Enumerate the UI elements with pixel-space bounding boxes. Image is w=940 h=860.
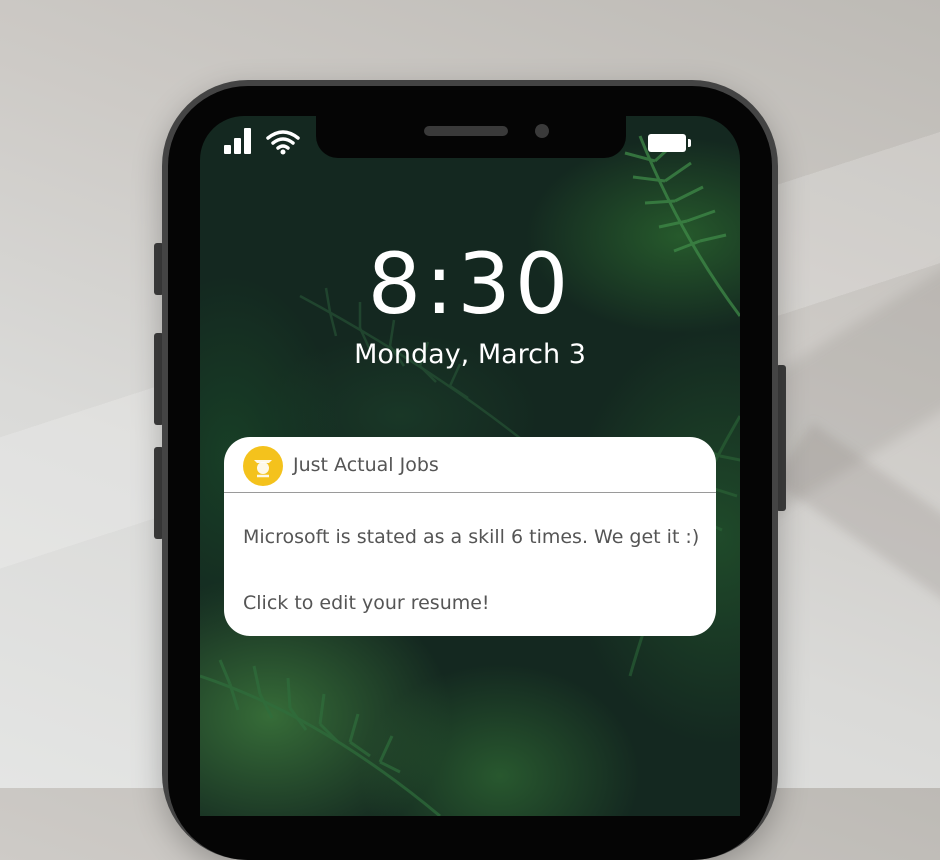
lock-screen-date: Monday, March 3 <box>354 339 586 370</box>
notification-header: Just Actual Jobs <box>224 437 716 493</box>
lock-screen-time: 8:30 <box>367 235 573 333</box>
app-logo-icon <box>243 446 283 486</box>
cellular-signal-icon <box>224 128 254 154</box>
notification-message: Microsoft is stated as a skill 6 times. … <box>243 526 700 548</box>
notch <box>316 116 626 158</box>
wifi-icon <box>266 130 300 155</box>
battery-icon <box>648 134 691 152</box>
front-camera <box>535 124 549 138</box>
notification-call-to-action[interactable]: Click to edit your resume! <box>243 591 490 615</box>
notification-app-name: Just Actual Jobs <box>293 454 439 476</box>
speaker-grille <box>424 126 508 136</box>
notification-card[interactable]: Just Actual Jobs Microsoft is stated as … <box>224 437 716 636</box>
wall-shadow <box>772 423 940 687</box>
